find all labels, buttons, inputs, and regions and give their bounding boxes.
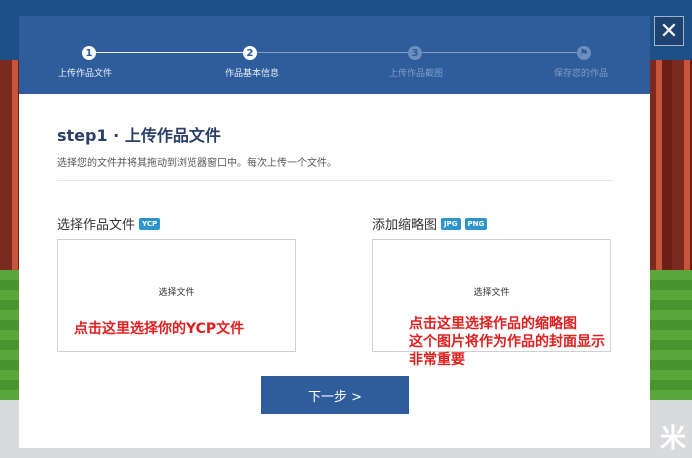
step-connector <box>96 52 243 53</box>
ycp-badge: YCP <box>139 217 161 230</box>
step-1-label: 上传作品文件 <box>58 69 113 79</box>
step-4-label: 保存您的作品 <box>554 69 609 79</box>
thumbnail-annotation-line-1: 点击这里选择作品的缩略图 <box>409 316 577 332</box>
upload-dialog: 1 2 3 ⚑ 上传作品文件 作品基本信息 上传作品截图 保存您的作品 step… <box>19 16 650 448</box>
next-step-button[interactable]: 下一步 > <box>261 376 409 414</box>
background-corner-text: 米 <box>659 424 686 454</box>
jpg-badge: JPG <box>441 217 461 230</box>
thumbnail-annotation-line-3: 非常重要 <box>409 352 465 368</box>
step-1-circle: 1 <box>82 46 96 60</box>
png-badge: PNG <box>464 217 488 230</box>
step-3-circle: 3 <box>408 46 422 60</box>
page-description: 选择您的文件并将其拖动到浏览器窗口中。每次上传一个文件。 <box>57 158 337 169</box>
flag-icon: ⚑ <box>577 46 591 60</box>
thumbnail-section-label: 添加缩略图 JPG PNG <box>372 214 488 233</box>
choose-file-text: 选择文件 <box>158 288 195 298</box>
thumbnail-annotation-line-2: 这个图片将作为作品的封面显示 <box>409 334 605 350</box>
upload-file-label: 选择作品文件 <box>57 218 136 233</box>
choose-file-text: 选择文件 <box>473 288 510 298</box>
step-2-circle: 2 <box>243 46 257 60</box>
thumbnail-label: 添加缩略图 <box>372 218 438 233</box>
step-connector <box>422 52 577 53</box>
divider <box>57 180 613 181</box>
step-2-label: 作品基本信息 <box>225 69 280 79</box>
stepper-header: 1 2 3 ⚑ 上传作品文件 作品基本信息 上传作品截图 保存您的作品 <box>19 16 650 94</box>
step-connector <box>257 52 408 53</box>
page-title: step1 · 上传作品文件 <box>57 126 221 145</box>
upload-file-annotation: 点击这里选择你的YCP文件 <box>74 321 245 337</box>
close-icon[interactable]: ✕ <box>654 16 684 46</box>
upload-file-section-label: 选择作品文件 YCP <box>57 214 161 233</box>
step-3-label: 上传作品截图 <box>389 69 444 79</box>
